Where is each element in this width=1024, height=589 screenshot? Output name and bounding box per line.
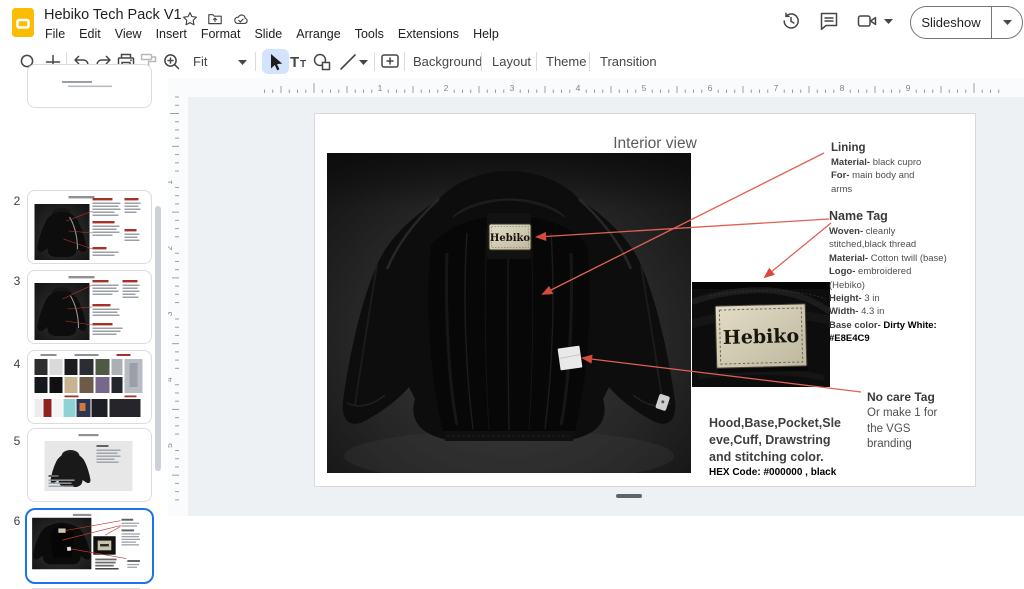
- select-cursor-icon[interactable]: [264, 51, 286, 73]
- header: Hebiko Tech Pack V1 File Edit View Inser…: [0, 0, 1024, 46]
- shape-tool-icon[interactable]: [311, 51, 333, 73]
- care-tag-graphic: [558, 346, 583, 371]
- name-tag-textbox[interactable]: Name Tag Woven- cleanlystitched,black th…: [829, 209, 989, 346]
- no-care-tag-textbox[interactable]: No care Tag Or make 1 forthe VGSbranding: [867, 390, 967, 453]
- slide-number: 6: [8, 514, 26, 528]
- slide-thumbnail-4[interactable]: [27, 350, 152, 424]
- slide-filmstrip: 2 3: [0, 78, 168, 516]
- menu-slide[interactable]: Slide: [247, 24, 289, 44]
- line-tool-caret-icon[interactable]: [359, 60, 368, 65]
- lining-body: Material- black cuproFor- main body anda…: [831, 156, 941, 196]
- colors-body: Hood,Base,Pocket,Sleeve,Cuff, Drawstring…: [709, 415, 879, 466]
- menu-edit[interactable]: Edit: [72, 24, 108, 44]
- svg-text:4: 4: [576, 83, 581, 93]
- insert-comment-icon[interactable]: [379, 51, 401, 73]
- svg-text:1: 1: [378, 83, 383, 93]
- menu-tools[interactable]: Tools: [348, 24, 391, 44]
- filmstrip-scrollbar[interactable]: [155, 206, 161, 471]
- toolbar-separator: [255, 52, 256, 71]
- layout-button[interactable]: Layout: [492, 54, 531, 69]
- slide-thumbnail-1-partial[interactable]: [27, 64, 152, 108]
- speaker-notes-handle[interactable]: [616, 494, 642, 498]
- theme-button[interactable]: Theme: [546, 54, 586, 69]
- menu-arrange[interactable]: Arrange: [289, 24, 347, 44]
- horizontal-ruler: 1 2 3 4 5 6 7 8 9: [168, 78, 1024, 97]
- zoom-icon[interactable]: [161, 51, 183, 73]
- hex-code-line: HEX Code: #000000 , black: [709, 467, 879, 478]
- svg-text:9: 9: [906, 83, 911, 93]
- neck-tag-label-text: Hebiko: [490, 233, 531, 244]
- svg-text:T: T: [300, 59, 306, 70]
- name-tag-heading: Name Tag: [829, 209, 989, 223]
- svg-text:6: 6: [708, 83, 713, 93]
- slide-number: 2: [8, 194, 26, 208]
- slideshow-split-button: Slideshow: [910, 6, 1023, 39]
- zoom-caret-icon[interactable]: [238, 60, 247, 65]
- slide-canvas[interactable]: Interior view: [314, 113, 976, 487]
- svg-text:T: T: [290, 54, 299, 71]
- transition-button[interactable]: Transition: [600, 54, 657, 69]
- no-care-heading: No care Tag: [867, 390, 967, 404]
- toolbar-separator: [481, 52, 482, 71]
- slideshow-button[interactable]: Slideshow: [911, 15, 991, 30]
- toolbar-separator: [589, 52, 590, 71]
- jacket-interior-image[interactable]: Hebiko: [327, 153, 691, 473]
- menu-format[interactable]: Format: [194, 24, 248, 44]
- no-care-body: Or make 1 forthe VGSbranding: [867, 406, 967, 453]
- closeup-tag-label-text: Hebiko: [723, 325, 800, 349]
- menu-insert[interactable]: Insert: [149, 24, 194, 44]
- svg-text:3: 3: [510, 83, 515, 93]
- toolbar-separator: [404, 52, 405, 71]
- lining-textbox[interactable]: Lining Material- black cuproFor- main bo…: [831, 142, 941, 196]
- slide-title-text[interactable]: Interior view: [555, 135, 755, 153]
- svg-text:5: 5: [642, 83, 647, 93]
- toolbar-separator: [536, 52, 537, 71]
- svg-text:2: 2: [444, 83, 449, 93]
- slide-number: 5: [8, 434, 26, 448]
- slide-thumbnail-5[interactable]: [27, 428, 152, 502]
- google-slides-window: { "window": { "title": "Hebiko Tech Pack…: [0, 0, 1024, 516]
- slide-thumbnail-6-selected[interactable]: [25, 508, 154, 584]
- version-history-icon[interactable]: [780, 10, 802, 32]
- colors-textbox[interactable]: Hood,Base,Pocket,Sleeve,Cuff, Drawstring…: [709, 415, 879, 478]
- name-tag-closeup-image[interactable]: Hebiko: [692, 282, 830, 387]
- menu-bar: File Edit View Insert Format Slide Arran…: [38, 24, 506, 44]
- slides-logo[interactable]: [10, 7, 36, 39]
- toolbar: Fit T T Background Layout Theme Transiti…: [0, 46, 1024, 79]
- slide-thumbnail-2[interactable]: [27, 190, 152, 264]
- svg-text:7: 7: [774, 83, 779, 93]
- document-title[interactable]: Hebiko Tech Pack V1: [44, 7, 182, 23]
- line-tool-icon[interactable]: [337, 51, 359, 73]
- zoom-level-select[interactable]: Fit: [193, 54, 207, 69]
- text-box-icon[interactable]: T T: [287, 51, 309, 73]
- camera-icon[interactable]: [856, 10, 878, 32]
- menu-view[interactable]: View: [108, 24, 149, 44]
- slideshow-dropdown[interactable]: [992, 20, 1022, 25]
- background-button[interactable]: Background: [413, 54, 482, 69]
- menu-extensions[interactable]: Extensions: [391, 24, 466, 44]
- svg-text:8: 8: [840, 83, 845, 93]
- toolbar-separator: [374, 52, 375, 71]
- menu-help[interactable]: Help: [466, 24, 506, 44]
- comments-icon[interactable]: [818, 10, 840, 32]
- camera-dropdown-caret[interactable]: [884, 19, 893, 24]
- slide-thumbnail-3[interactable]: [27, 270, 152, 344]
- slide-number: 3: [8, 274, 26, 288]
- menu-file[interactable]: File: [38, 24, 72, 44]
- lining-heading: Lining: [831, 142, 941, 154]
- slide-number: 4: [8, 357, 26, 371]
- name-tag-body: Woven- cleanlystitched,black threadMater…: [829, 225, 989, 346]
